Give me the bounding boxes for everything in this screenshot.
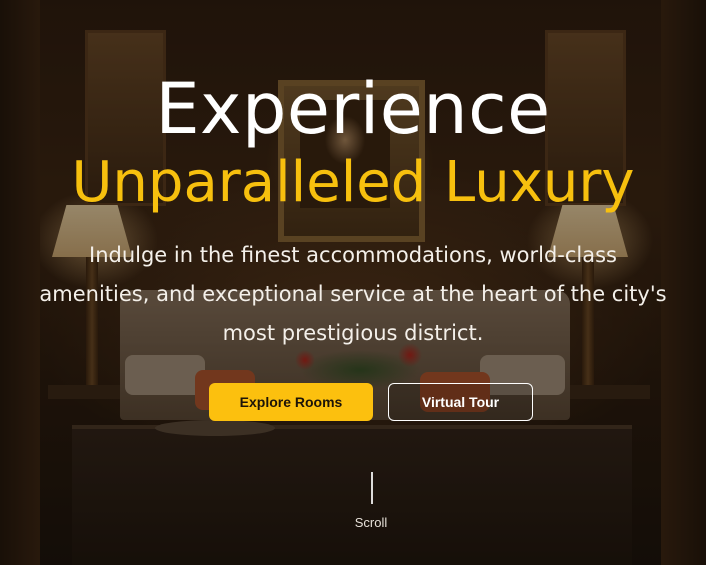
hero-title-line2: Unparalleled Luxury — [71, 150, 635, 215]
hero-subtitle: Indulge in the finest accommodations, wo… — [0, 236, 706, 353]
scroll-label[interactable]: Scroll — [331, 515, 411, 530]
hero-content: Experience Unparalleled Luxury Indulge i… — [0, 0, 706, 565]
hero-title-line1: Experience — [155, 68, 551, 150]
virtual-tour-button[interactable]: Virtual Tour — [388, 383, 533, 421]
explore-rooms-button[interactable]: Explore Rooms — [209, 383, 373, 421]
hero-subtitle-line: amenities, and exceptional service at th… — [39, 282, 667, 306]
scroll-indicator-line — [371, 472, 373, 504]
hero-section: Experience Unparalleled Luxury Indulge i… — [0, 0, 706, 565]
hero-subtitle-line: Indulge in the finest accommodations, wo… — [89, 243, 617, 267]
hero-subtitle-line: most prestigious district. — [222, 321, 484, 345]
